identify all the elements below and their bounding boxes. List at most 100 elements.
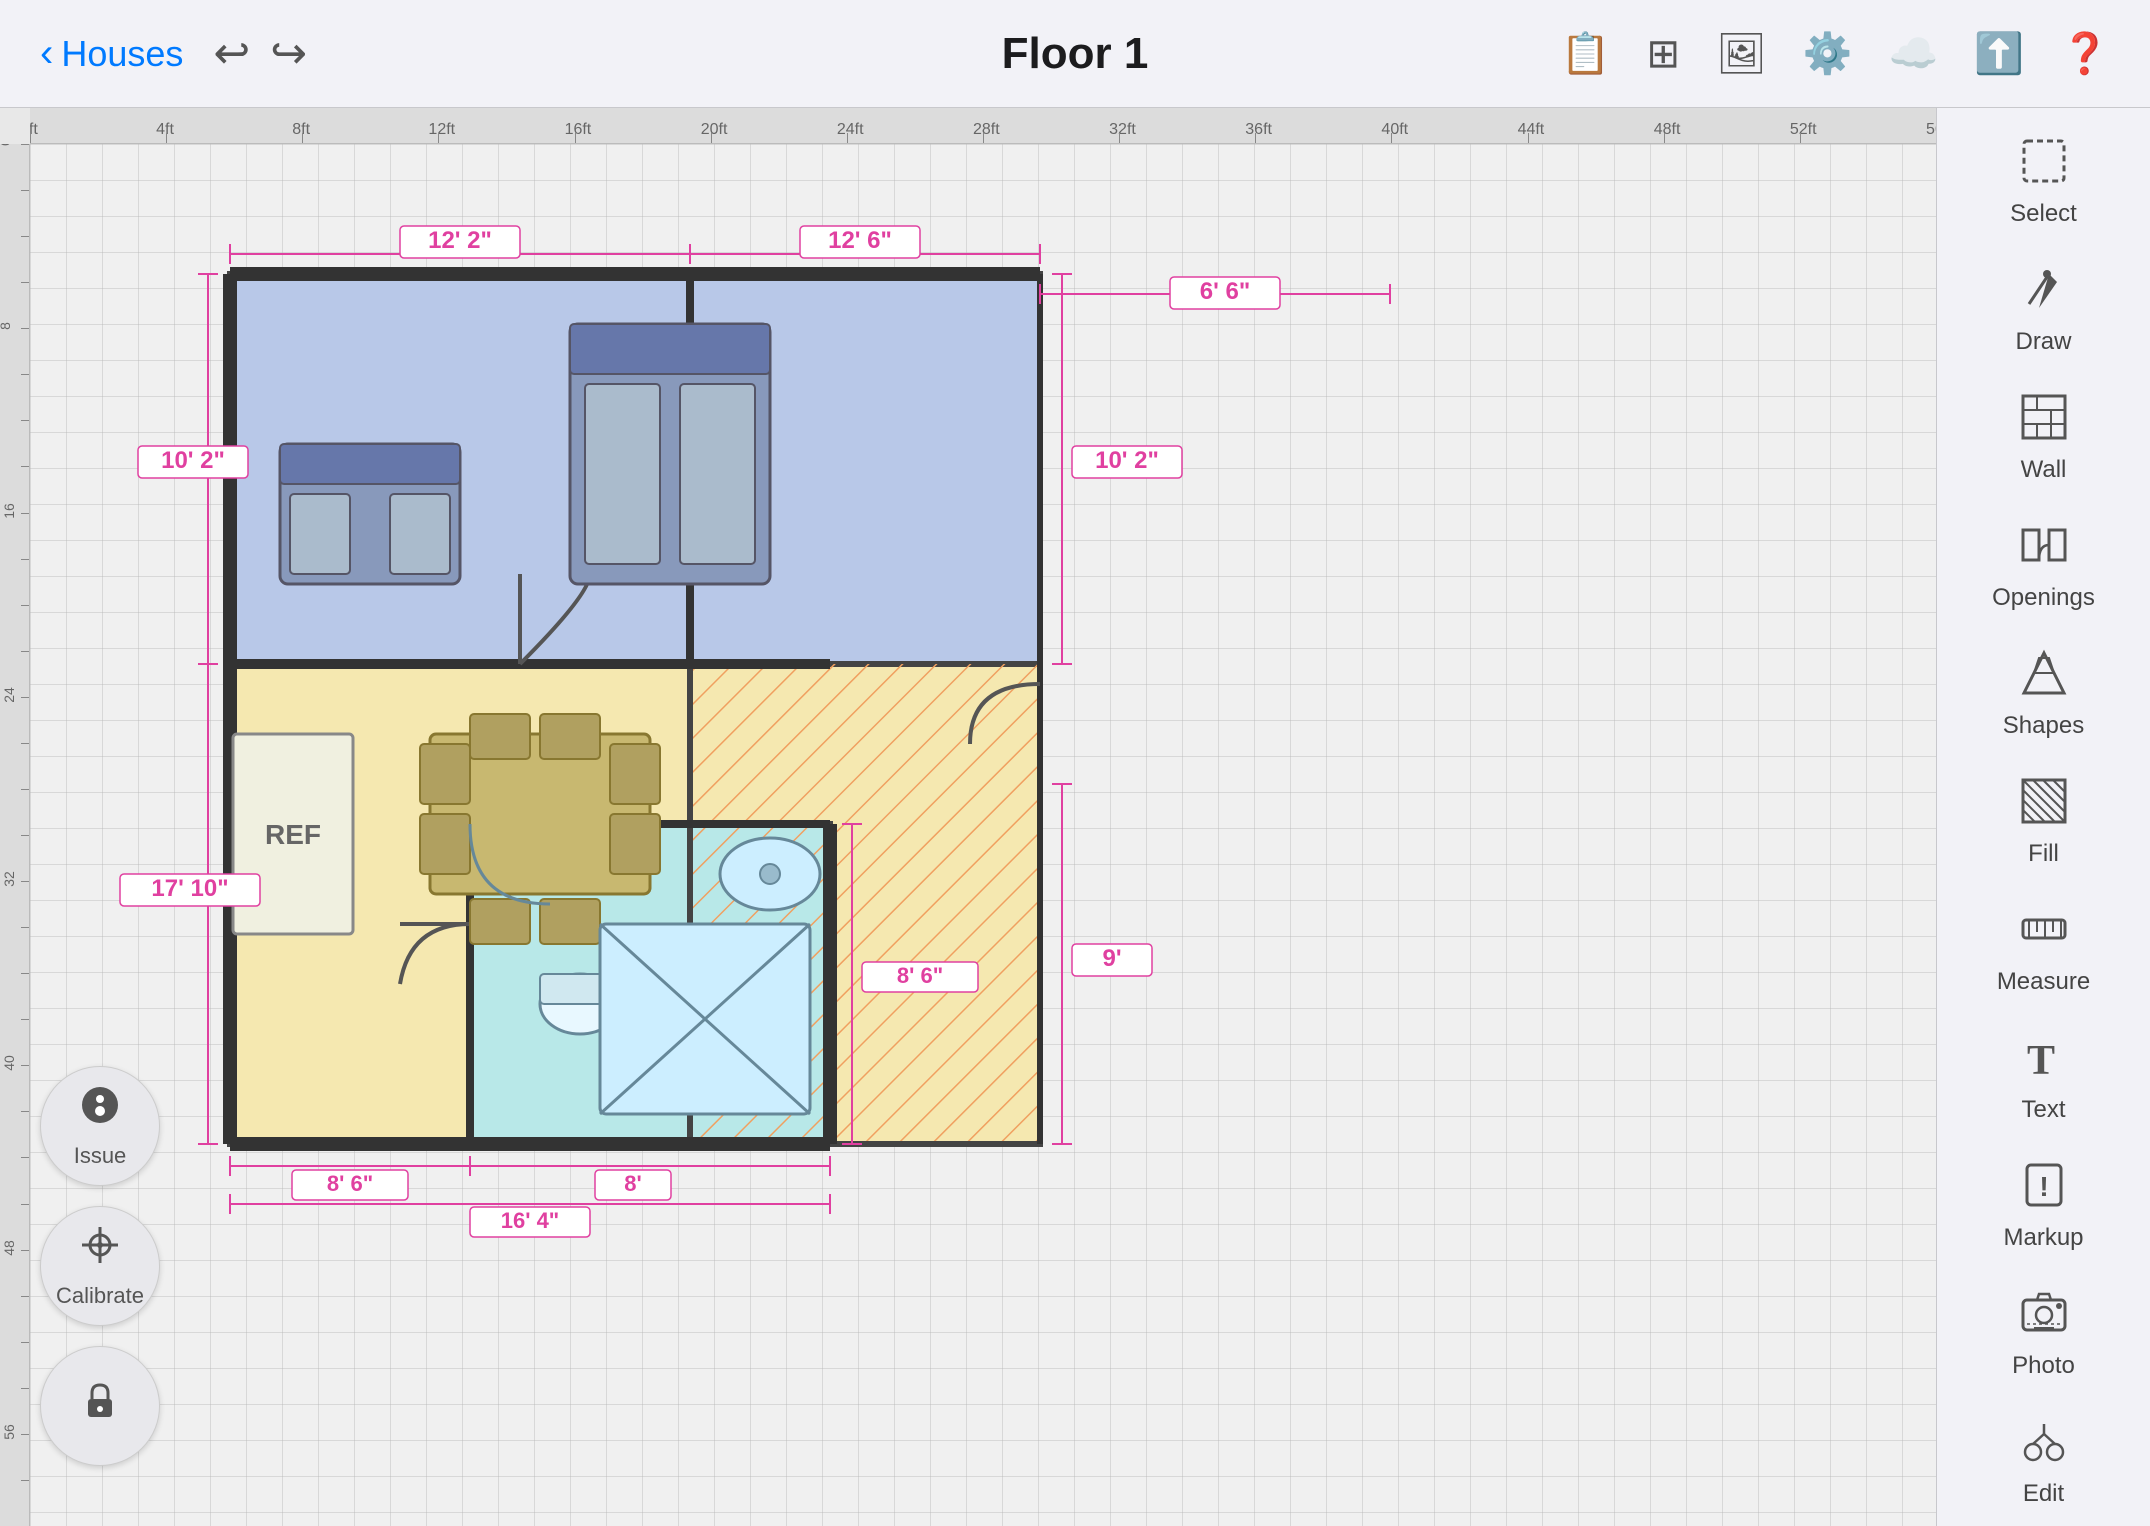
redo-button[interactable]: ↪ [270,28,307,79]
svg-text:12' 6": 12' 6" [828,227,892,254]
back-button[interactable]: ‹ Houses [40,31,183,76]
ruler-mark: 40ft [1381,121,1408,139]
calibrate-icon [78,1223,122,1277]
ruler-tick [438,133,439,143]
fill-icon [2019,776,2069,834]
help-icon[interactable]: ❓ [2060,30,2110,77]
issue-button[interactable]: Issue [40,1066,160,1186]
tool-markup-label: Markup [2003,1224,2083,1252]
ruler-left-tick [21,236,29,237]
shapes-icon [2019,648,2069,706]
ruler-tick [30,133,31,143]
tool-edit[interactable]: Edit [1949,1398,2139,1522]
tool-openings-label: Openings [1992,584,2095,612]
floorplan-svg: REF 12' 2" 12' 2" 12' 6" 6' 6" [30,144,1930,1524]
ruler-mark: 20ft [701,121,728,139]
svg-text:8' 6": 8' 6" [897,963,943,988]
back-chevron-icon: ‹ [40,31,53,76]
canvas[interactable]: REF 12' 2" 12' 2" 12' 6" 6' 6" [30,144,1936,1526]
ruler-left-label: 32 [1,871,17,887]
ruler-tick [847,133,848,143]
ruler-left-tick [21,743,29,744]
tool-shapes-label: Shapes [2003,712,2084,740]
lock-icon [78,1379,122,1433]
layers-icon[interactable]: ⊞ [1646,31,1680,77]
issue-icon [78,1083,122,1137]
tool-fill-label: Fill [2028,840,2059,868]
edit-icon[interactable]: 📋 [1561,30,1611,77]
ruler-top: 0ft4ft8ft12ft16ft20ft24ft28ft32ft36ft40f… [30,108,1936,144]
select-icon [2019,136,2069,194]
image-icon[interactable]: 🖼 [1716,30,1767,77]
svg-text:REF: REF [265,819,321,850]
tool-text-label: Text [2021,1096,2065,1124]
svg-text:T: T [2027,1038,2055,1082]
ruler-left-tick [21,282,29,283]
undo-button[interactable]: ↩ [213,28,250,79]
ruler-left-tick [21,973,29,974]
svg-text:10' 2": 10' 2" [1095,447,1159,474]
ruler-tick [983,133,984,143]
ruler-left-tick [21,328,29,329]
ruler-mark: 28ft [973,121,1000,139]
ruler-mark: 0ft [30,121,38,139]
share-icon[interactable]: ⬆️ [1974,30,2024,77]
ruler-mark: 52ft [1790,121,1817,139]
ruler-left-tick [21,835,29,836]
draw-icon [2019,264,2069,322]
tool-wall[interactable]: Wall [1949,374,2139,498]
svg-text:6' 6": 6' 6" [1200,278,1250,305]
ruler-left-tick [21,1342,29,1343]
lock-button[interactable] [40,1346,160,1466]
ruler-left-label: 16 [1,503,17,519]
photo-icon [2019,1288,2069,1346]
ruler-left-tick [21,881,29,882]
openings-icon [2019,520,2069,578]
tool-openings[interactable]: Openings [1949,502,2139,626]
ruler-left-tick [21,144,29,145]
ruler-left-tick [21,1019,29,1020]
ruler-tick [1528,133,1529,143]
wall-icon [2019,392,2069,450]
page-title: Floor 1 [1002,29,1149,79]
tool-select[interactable]: Select [1949,118,2139,242]
text-icon: T [2019,1032,2069,1090]
ruler-left-tick [21,420,29,421]
settings-icon[interactable]: ⚙️ [1803,30,1853,77]
tool-wall-label: Wall [2021,456,2067,484]
header-right: 📋 ⊞ 🖼 ⚙️ ☁️ ⬆️ ❓ [1561,30,2110,77]
ruler-left-tick [21,1434,29,1435]
tool-draw[interactable]: Draw [1949,246,2139,370]
right-toolbar: Select Draw Wall [1936,108,2150,1526]
ruler-left-label: 0 [0,144,13,146]
calibrate-button[interactable]: Calibrate [40,1206,160,1326]
tool-fill[interactable]: Fill [1949,758,2139,882]
tool-measure[interactable]: Measure [1949,886,2139,1010]
ruler-mark: 24ft [837,121,864,139]
issue-label: Issue [74,1143,127,1169]
ruler-mark: 36ft [1245,121,1272,139]
ruler-mark: 4ft [156,121,174,139]
tool-photo[interactable]: Photo [1949,1270,2139,1394]
ruler-mark: 8ft [292,121,310,139]
ruler-tick [711,133,712,143]
measure-icon [2019,904,2069,962]
ruler-tick [575,133,576,143]
ruler-left-tick [21,1296,29,1297]
ruler-mark: 48ft [1654,121,1681,139]
ruler-mark: 32ft [1109,121,1136,139]
ruler-left-tick [21,789,29,790]
ruler-left-tick [21,927,29,928]
undo-redo-group: ↩ ↪ [213,28,307,79]
ruler-left-tick [21,1157,29,1158]
tool-shapes[interactable]: Shapes [1949,630,2139,754]
svg-text:!: ! [2039,1171,2048,1202]
tool-markup[interactable]: ! Markup [1949,1142,2139,1266]
ruler-left-tick [21,466,29,467]
ruler-left-tick [21,1250,29,1251]
svg-text:8': 8' [624,1171,641,1196]
ruler-tick [302,133,303,143]
ruler-left-tick [21,1388,29,1389]
tool-text[interactable]: T Text [1949,1014,2139,1138]
cloud-icon[interactable]: ☁️ [1889,30,1939,77]
